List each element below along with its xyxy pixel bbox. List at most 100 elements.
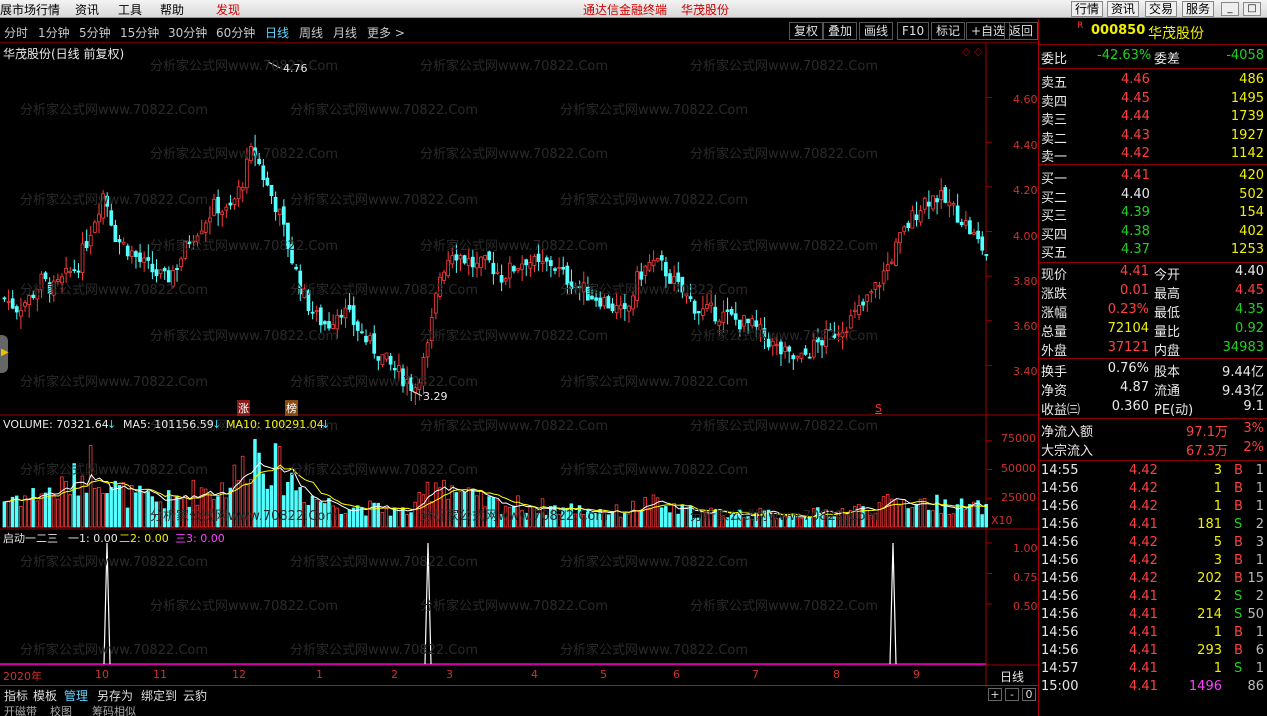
stock-code[interactable]: 000850 <box>1091 23 1145 38</box>
bid-volume: 502 <box>1239 186 1264 202</box>
tick-volume: 181 <box>1197 517 1222 532</box>
volume-bar <box>2 501 7 528</box>
watermark: 分析家公式网www.70822.Com <box>560 103 749 118</box>
top-quote-button[interactable]: 行情 <box>1071 1 1104 17</box>
candle-body <box>117 239 122 243</box>
candle-body <box>512 266 516 272</box>
candle-body <box>314 309 319 313</box>
top-service-button[interactable]: 服务 <box>1182 1 1215 17</box>
candle-body <box>261 165 266 180</box>
bid-row[interactable]: 买二 4.40 502 <box>1039 186 1267 206</box>
stat-label: 总量 <box>1041 325 1068 340</box>
bid-volume: 1253 <box>1230 242 1264 257</box>
candle-body <box>647 261 652 271</box>
draw-button[interactable]: 画线 <box>859 22 894 40</box>
ask-row[interactable]: 卖四 4.45 1495 <box>1039 91 1267 110</box>
mark-button[interactable]: 标记 <box>931 22 966 40</box>
minimize-icon[interactable]: _ <box>1221 2 1239 16</box>
ask-row[interactable]: 卖三 4.44 1739 <box>1039 109 1267 128</box>
zhang-marker[interactable]: 涨 <box>237 400 250 416</box>
candle-body <box>129 250 134 257</box>
tab-bind-to[interactable]: 绑定到 <box>141 687 177 704</box>
ask-price: 4.46 <box>1121 72 1150 87</box>
candle-body <box>618 304 623 310</box>
tick-time: 14:56 <box>1041 589 1079 604</box>
bid-row[interactable]: 买五 4.37 1253 <box>1039 242 1267 261</box>
candle-body <box>918 210 923 223</box>
sub-tab[interactable]: 开磁带 <box>4 703 37 716</box>
candle-body <box>659 255 664 261</box>
zoom-in-button[interactable]: + <box>988 688 1002 701</box>
period-more[interactable]: 更多 > <box>367 24 405 41</box>
menu-discover[interactable]: 发现 <box>216 1 240 18</box>
candle-body <box>540 261 545 264</box>
sell-signal-marker[interactable]: S <box>875 402 882 415</box>
tick-side: B <box>1234 625 1243 640</box>
period-30min[interactable]: 30分钟 <box>168 24 207 41</box>
tab-cloud[interactable]: 云豹 <box>183 687 207 704</box>
maximize-icon[interactable]: □ <box>1243 2 1261 16</box>
bid-row[interactable]: 买一 4.41 420 <box>1039 168 1267 187</box>
period-weekly[interactable]: 周线 <box>299 24 323 41</box>
candle-body <box>265 177 270 186</box>
menu-help[interactable]: 帮助 <box>160 1 184 18</box>
bid-row[interactable]: 买三 4.39 154 <box>1039 205 1267 224</box>
menu-tools[interactable]: 工具 <box>118 1 142 18</box>
ask-row[interactable]: 卖二 4.43 1927 <box>1039 127 1267 147</box>
menu-news[interactable]: 资讯 <box>75 1 99 18</box>
f10-button[interactable]: F10 <box>897 22 930 40</box>
volume-bar <box>129 485 134 528</box>
candle-body <box>881 270 886 284</box>
period-60min[interactable]: 60分钟 <box>216 24 255 41</box>
chart-corner-icon[interactable]: ◇ ◇ <box>962 45 982 58</box>
top-news-button[interactable]: 资讯 <box>1107 1 1140 17</box>
watermark: 分析家公式网www.70822.Com <box>690 509 879 524</box>
stat-row: 总量 72104 量比 0.92 <box>1039 321 1267 340</box>
kline-chart[interactable]: 分析家公式网www.70822.Com 分析家公式网www.70822.Com 分析… <box>0 43 1038 685</box>
ask-volume: 1927 <box>1230 127 1264 143</box>
tick-row: 14:56 4.42 3 B 1 <box>1039 553 1267 571</box>
ask-row[interactable]: 卖一 4.42 1142 <box>1039 146 1267 165</box>
candle-body <box>92 221 97 233</box>
adjust-button[interactable]: 复权 <box>789 22 824 40</box>
sub-tab[interactable]: 校图 <box>50 703 72 716</box>
volume-bar <box>409 512 413 528</box>
period-toolbar: 分时 1分钟 5分钟 15分钟 30分钟 60分钟 日线 周线 月线 更多 > … <box>0 19 1039 43</box>
tick-price: 4.42 <box>1129 463 1158 478</box>
period-5min[interactable]: 5分钟 <box>79 24 111 41</box>
menu-market[interactable]: 展市场行情 <box>0 1 60 18</box>
stock-name[interactable]: 华茂股份 <box>1148 23 1204 43</box>
tab-template[interactable]: 模板 <box>33 687 57 704</box>
indicator-name[interactable]: 启动一二三 <box>3 530 58 546</box>
period-intraday[interactable]: 分时 <box>4 24 28 41</box>
period-1min[interactable]: 1分钟 <box>38 24 70 41</box>
ma10-label: MA10: 100291.04 <box>226 418 324 431</box>
candle-body <box>154 269 159 277</box>
tick-count: 1 <box>1255 499 1264 514</box>
volume-bar <box>339 513 343 528</box>
overlay-button[interactable]: 叠加 <box>823 22 858 40</box>
period-monthly[interactable]: 月线 <box>333 24 357 41</box>
tick-side: B <box>1234 643 1243 658</box>
sub-tab[interactable]: 筹码相似 <box>92 703 136 716</box>
chart-canvas[interactable] <box>0 43 1038 685</box>
tab-save-as[interactable]: 另存为 <box>97 687 133 704</box>
volume-bar <box>88 445 93 528</box>
period-15min[interactable]: 15分钟 <box>120 24 159 41</box>
bang-marker[interactable]: 榜 <box>285 400 298 416</box>
candle-body <box>774 344 779 347</box>
top-trade-button[interactable]: 交易 <box>1145 1 1178 17</box>
zoom-out-button[interactable]: - <box>1005 688 1019 701</box>
candle-body <box>499 275 504 283</box>
back-button[interactable]: 返回 <box>1004 22 1039 40</box>
period-daily[interactable]: 日线 <box>265 24 289 41</box>
zoom-reset-button[interactable]: 0 <box>1022 688 1036 701</box>
collapse-handle[interactable]: ▶ <box>0 335 9 373</box>
candle-body <box>491 262 496 275</box>
bid-row[interactable]: 买四 4.38 402 <box>1039 224 1267 243</box>
tab-manage[interactable]: 管理 <box>64 687 88 704</box>
watermark: 分析家公式网www.70822.Com <box>690 599 879 614</box>
tab-indicator[interactable]: 指标 <box>4 687 28 704</box>
volume-bar <box>368 500 372 528</box>
ask-row[interactable]: 卖五 4.46 486 <box>1039 72 1267 91</box>
